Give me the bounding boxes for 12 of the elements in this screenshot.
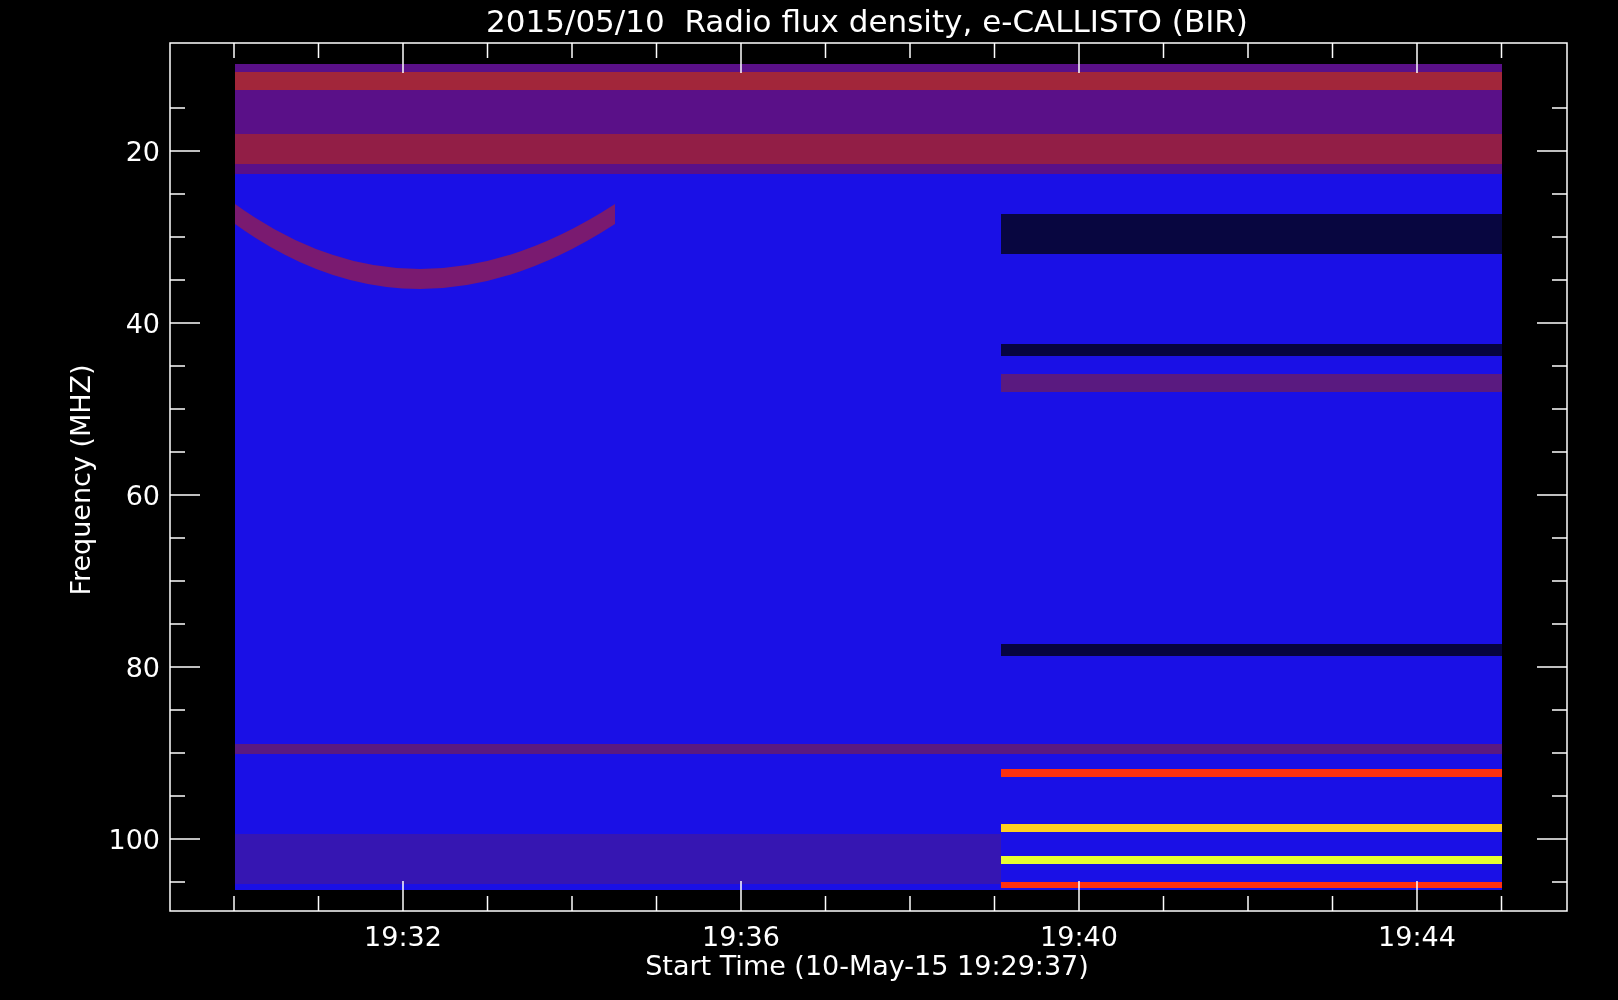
tick-label: 60 <box>125 480 160 511</box>
y-axis-label: Frequency (MHZ) <box>65 364 96 596</box>
tick-label: 20 <box>125 136 160 167</box>
tick-label: 80 <box>125 652 160 683</box>
tick-label: 19:32 <box>364 921 442 952</box>
tick-label: 19:36 <box>702 921 780 952</box>
chart-title: 2015/05/10 Radio flux density, e-CALLISTO (BIR) <box>486 2 1248 40</box>
tick-label: 40 <box>125 308 160 339</box>
tick-label: 100 <box>108 824 160 855</box>
tick-label: 19:40 <box>1040 921 1118 952</box>
x-axis-label: Start Time (10-May-15 19:29:37) <box>645 950 1089 981</box>
tick-label: 19:44 <box>1378 921 1456 952</box>
